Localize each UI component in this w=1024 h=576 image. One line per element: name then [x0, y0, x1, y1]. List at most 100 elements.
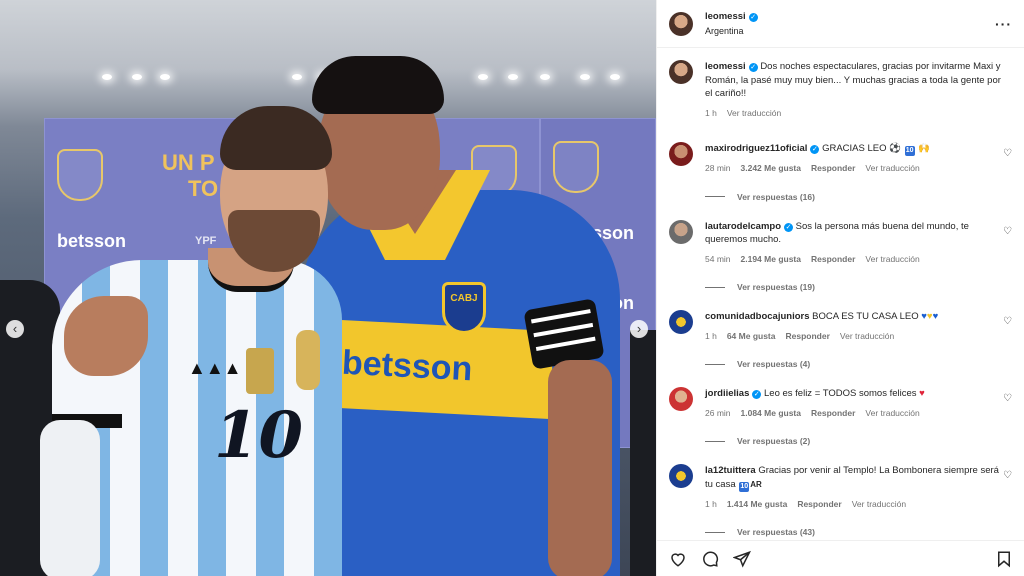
comment-item: la12tuittera Gracias por venir al Templo…	[669, 464, 1012, 511]
chevron-left-icon[interactable]: ‹	[6, 320, 24, 338]
comment-text: Leo es feliz = TODOS somos felices	[764, 388, 917, 399]
argentina-flag-emoji: AR	[750, 479, 762, 489]
comment-meta: 54 min 2.194 Me gusta Responder Ver trad…	[705, 253, 1005, 267]
heart-icon[interactable]: ♡	[1003, 148, 1012, 159]
comment-icon[interactable]	[701, 550, 719, 568]
jersey-sponsor: betsson	[341, 343, 474, 389]
caption-username[interactable]: leomessi	[705, 61, 746, 72]
heart-icon[interactable]: ♡	[1003, 393, 1012, 404]
blue-heart-emoji: ♥	[932, 311, 939, 322]
more-options-icon[interactable]: ···	[995, 16, 1012, 32]
share-icon[interactable]	[732, 550, 751, 568]
afa-crest	[296, 330, 320, 390]
comment-meta: 28 min 3.242 Me gusta Responder Ver trad…	[705, 162, 1005, 176]
heart-icon[interactable]	[669, 550, 687, 568]
caption-text-block: leomessi ✓ Dos noches espectaculares, gra…	[705, 60, 1005, 101]
translate-link[interactable]: Ver traducción	[852, 498, 906, 512]
adidas-logo: ▲▲▲	[188, 358, 242, 378]
view-replies-button[interactable]: Ver respuestas (16)	[705, 192, 1012, 202]
reply-button[interactable]: Responder	[797, 498, 841, 512]
post-location[interactable]: Argentina	[705, 26, 758, 36]
author-username[interactable]: leomessi	[705, 11, 746, 22]
author-username-row: leomessi ✓	[705, 11, 758, 22]
comment-username[interactable]: jordiielias	[705, 388, 749, 399]
view-replies-button[interactable]: Ver respuestas (19)	[705, 282, 1012, 292]
banner-ypf-text: YPF	[195, 235, 217, 247]
translate-link[interactable]: Ver traducción	[865, 253, 919, 267]
comment-text-block: maxirodriguez11oficial ✓ GRACIAS LEO ⚽ 10…	[705, 142, 1005, 156]
translate-link[interactable]: Ver traducción	[865, 407, 919, 421]
comment-likes[interactable]: 3.242 Me gusta	[741, 162, 801, 176]
avatar[interactable]	[669, 60, 693, 84]
avatar[interactable]	[669, 219, 693, 244]
hand-on-shoulder	[64, 296, 148, 376]
view-replies-button[interactable]: Ver respuestas (2)	[705, 436, 1012, 446]
raised-hands-emoji: 🙌	[918, 143, 931, 154]
comment-likes[interactable]: 1.414 Me gusta	[727, 498, 787, 512]
reply-button[interactable]: Responder	[811, 407, 855, 421]
comment-likes[interactable]: 1.084 Me gusta	[741, 407, 801, 421]
comment-username[interactable]: lautarodelcampo	[705, 221, 781, 232]
verified-icon: ✓	[752, 390, 762, 399]
post-header: leomessi ✓ Argentina ···	[657, 0, 1024, 48]
jersey-number: 10	[214, 398, 304, 473]
comment-likes[interactable]: 2.194 Me gusta	[741, 253, 801, 267]
comment-meta: 1 h 64 Me gusta Responder Ver traducción	[705, 330, 1005, 344]
background-player	[630, 330, 656, 576]
heart-icon[interactable]: ♡	[1003, 470, 1012, 481]
avatar[interactable]	[669, 464, 693, 488]
comment-item: jordiielias ✓ Leo es feliz = TODOS somos …	[669, 387, 1012, 420]
comment-time: 26 min	[705, 407, 731, 418]
chevron-right-icon[interactable]: ›	[630, 320, 648, 338]
translate-link[interactable]: Ver traducción	[727, 107, 781, 121]
translate-link[interactable]: Ver traducción	[840, 330, 894, 344]
caption-meta: 1 h Ver traducción	[705, 107, 1005, 121]
bookmark-icon[interactable]	[995, 550, 1013, 568]
comment-username[interactable]: la12tuittera	[705, 465, 756, 476]
caption-time: 1 h	[705, 107, 717, 118]
avatar[interactable]	[669, 310, 693, 334]
view-replies-button[interactable]: Ver respuestas (43)	[705, 527, 1012, 537]
banner-sponsor-text: betsson	[57, 231, 127, 251]
reply-button[interactable]: Responder	[811, 162, 855, 176]
comment-username[interactable]: comunidadbocajuniors	[705, 311, 810, 322]
comment-meta: 26 min 1.084 Me gusta Responder Ver trad…	[705, 407, 1005, 421]
post-actions-bar	[657, 540, 1024, 576]
verified-icon: ✓	[784, 222, 794, 232]
player-hair	[312, 56, 444, 114]
cabj-crest: CABJ	[442, 282, 486, 334]
comment-time: 1 h	[705, 498, 717, 509]
avatar[interactable]	[669, 142, 693, 166]
comment-item: lautarodelcampo ✓ Sos la persona más buen…	[669, 219, 1012, 267]
banner-headline: UN P TO	[162, 150, 219, 201]
view-replies-button[interactable]: Ver respuestas (4)	[705, 359, 1012, 369]
comment-item: comunidadbocajuniors BOCA ES TU CASA LEO…	[669, 310, 1012, 343]
reply-button[interactable]: Responder	[811, 253, 855, 267]
translate-link[interactable]: Ver traducción	[865, 162, 919, 176]
verified-icon: ✓	[748, 63, 758, 72]
comment-text-block: comunidadbocajuniors BOCA ES TU CASA LEO…	[705, 310, 1005, 324]
comments-feed[interactable]: leomessi ✓ Dos noches espectaculares, gra…	[657, 48, 1024, 540]
comment-text-block: jordiielias ✓ Leo es feliz = TODOS somos …	[705, 387, 1005, 401]
avatar[interactable]	[669, 387, 693, 411]
post-photo: betsson YPF UN PTO betsson betsson betss…	[0, 0, 656, 576]
captain-armband	[523, 298, 605, 370]
verified-icon: ✓	[748, 13, 758, 22]
comment-time: 1 h	[705, 330, 717, 341]
shield-logo	[57, 149, 103, 201]
heart-icon[interactable]: ♡	[1003, 316, 1012, 327]
post-author: leomessi ✓ Argentina	[705, 11, 758, 36]
reply-button[interactable]: Responder	[785, 330, 829, 344]
comment-username[interactable]: maxirodriguez11oficial	[705, 143, 807, 154]
player-hair	[220, 106, 332, 170]
comment-meta: 1 h 1.414 Me gusta Responder Ver traducc…	[705, 498, 1005, 512]
arm	[40, 420, 100, 576]
keycap-ten-emoji: 10	[739, 481, 750, 492]
comment-likes[interactable]: 64 Me gusta	[727, 330, 776, 344]
keycap-ten-emoji: 10	[904, 146, 915, 156]
comment-time: 54 min	[705, 253, 731, 264]
heart-icon[interactable]: ♡	[1003, 226, 1012, 237]
comment-text: GRACIAS LEO ⚽	[822, 143, 901, 154]
avatar[interactable]	[669, 11, 693, 36]
post-caption: leomessi ✓ Dos noches espectaculares, gra…	[669, 60, 1012, 120]
